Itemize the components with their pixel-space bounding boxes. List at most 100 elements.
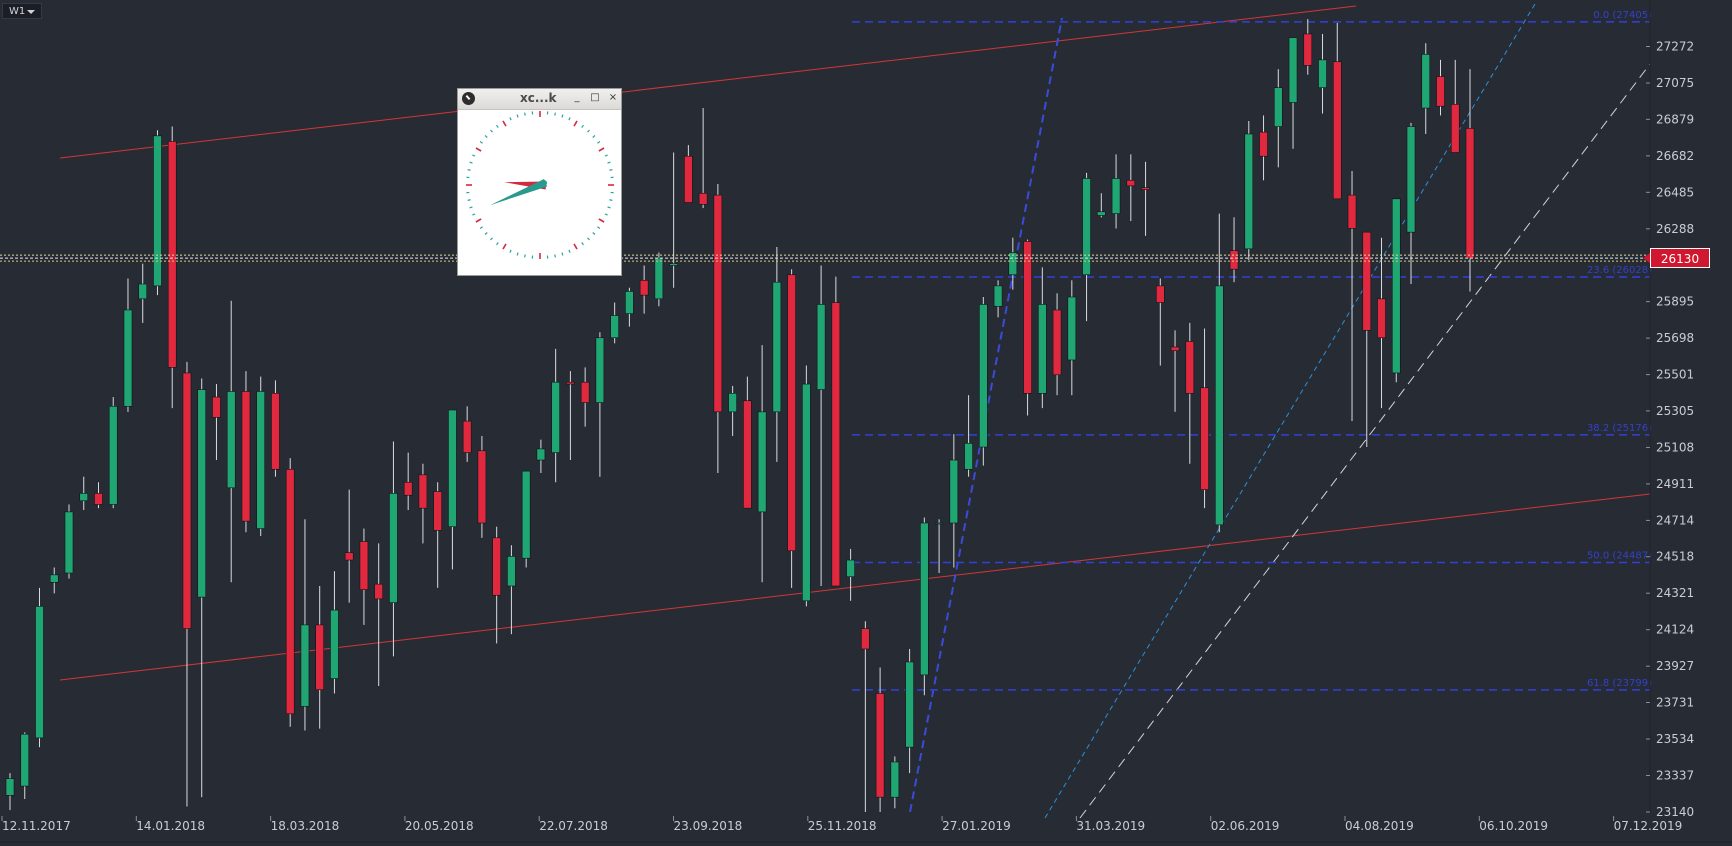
candle-body [492, 537, 501, 596]
price-tick-label: 23927 [1656, 659, 1694, 673]
candle-body [1332, 61, 1342, 200]
clock-minute-mark [607, 206, 611, 209]
minimize-button[interactable]: _ [570, 91, 584, 105]
clock-minute-mark [554, 112, 556, 116]
chevron-down-icon [27, 10, 35, 14]
timeframe-dropdown[interactable]: W1 [2, 3, 42, 19]
clock-minute-mark [568, 249, 571, 253]
candle-body [1273, 87, 1283, 127]
clock-minute-mark [509, 249, 512, 253]
clock-minute-mark [496, 124, 499, 128]
candle [521, 470, 531, 568]
candle-body [698, 192, 708, 205]
clock-minute-mark [568, 117, 571, 121]
time-tick-label: 31.03.2019 [1076, 819, 1145, 833]
clock-minute-mark [472, 213, 476, 216]
clock-hour-mark [502, 120, 507, 127]
clock-minute-mark [587, 129, 590, 133]
clock-minute-mark [609, 169, 613, 171]
candle-body [1038, 304, 1047, 394]
price-tick-label: 24518 [1656, 550, 1694, 564]
candle-body [993, 285, 1003, 307]
candle-body [639, 280, 649, 296]
candle [1023, 239, 1032, 416]
clock-minute-mark [592, 135, 596, 138]
candle-body [359, 541, 369, 590]
candle-body [5, 778, 15, 796]
clock-hour-mark [598, 218, 605, 223]
timeframe-label: W1 [9, 6, 26, 17]
candle-body [1185, 341, 1195, 394]
candle-body [79, 493, 89, 502]
clock-minute-mark [604, 154, 608, 157]
candle-body [949, 459, 959, 524]
price-tick-label: 26879 [1656, 112, 1694, 126]
candle-body [94, 493, 103, 505]
price-tick-label: 24321 [1656, 586, 1694, 600]
candle-body [595, 337, 605, 403]
candle-body [772, 281, 782, 413]
clock-minute-mark [581, 242, 584, 246]
clock-window-titlebar[interactable]: xc...k _ □ × [458, 89, 621, 110]
time-tick-label: 04.08.2019 [1345, 819, 1414, 833]
candle-body [20, 733, 30, 787]
candle-body [344, 552, 354, 561]
time-tick-label: 18.03.2018 [271, 819, 340, 833]
clock-minute-mark [597, 226, 601, 229]
clock-minute-mark [484, 232, 488, 235]
candle-body [1023, 241, 1032, 394]
time-tick-label: 23.09.2018 [674, 819, 743, 833]
price-tick-label: 25501 [1656, 368, 1694, 382]
candle-body [743, 400, 752, 509]
close-button[interactable]: × [606, 91, 620, 105]
candle-body [1082, 178, 1091, 276]
candle-body [226, 391, 236, 489]
clock-center-pin [541, 180, 547, 186]
candle [477, 435, 487, 538]
clock-window[interactable]: xc...k _ □ × [457, 88, 622, 276]
price-tick-label: 25305 [1656, 404, 1694, 418]
price-chart[interactable]: 0.0 (27405) 23.6 (26028) 38.2 (25176) 50.0 … [0, 0, 1732, 846]
clock-minute-mark [524, 254, 526, 258]
clock-hour-mark [475, 147, 482, 152]
candle-body [875, 693, 885, 798]
time-tick-label: 22.07.2018 [539, 819, 608, 833]
fib-level-label: 61.8 (23799) [1587, 678, 1652, 689]
candle-body [1347, 194, 1357, 229]
fib-level-label: 50.0 (24487) [1587, 550, 1652, 561]
candle-body [1450, 104, 1460, 153]
candle-body [64, 511, 74, 574]
candle-body [448, 409, 457, 528]
candle-body [1200, 387, 1209, 490]
candle-body [713, 194, 723, 413]
clock-minute-mark [524, 112, 526, 116]
candle-body [625, 291, 634, 314]
candle-body [890, 761, 900, 798]
candle-body [1391, 198, 1401, 374]
candle-body [49, 574, 59, 583]
candle [802, 365, 811, 607]
clock-minute-mark [597, 141, 601, 144]
candle-body [212, 396, 221, 418]
candle-body [831, 302, 841, 587]
fib-level-label: 38.2 (25176) [1587, 423, 1652, 434]
candle-body [610, 315, 619, 339]
candle-body [477, 450, 487, 524]
price-tick-label: 25698 [1656, 331, 1694, 345]
price-tick-label: 23731 [1656, 696, 1694, 710]
fib-level-label: 23.6 (26028) [1587, 265, 1652, 276]
clock-minute-mark [587, 237, 590, 241]
clock-app-icon[interactable] [462, 92, 475, 105]
clock-hour-mark [502, 243, 507, 250]
candle-body [654, 257, 664, 300]
clock-minute-mark [469, 206, 473, 209]
candle-body [462, 420, 472, 453]
candle [271, 380, 280, 477]
candle-body [330, 609, 339, 679]
candle-body [182, 372, 192, 629]
price-tick-label: 23140 [1656, 805, 1694, 819]
candle-body [1244, 133, 1254, 250]
candle-body [1156, 285, 1165, 303]
maximize-button[interactable]: □ [588, 91, 602, 105]
candle-body [757, 411, 767, 513]
